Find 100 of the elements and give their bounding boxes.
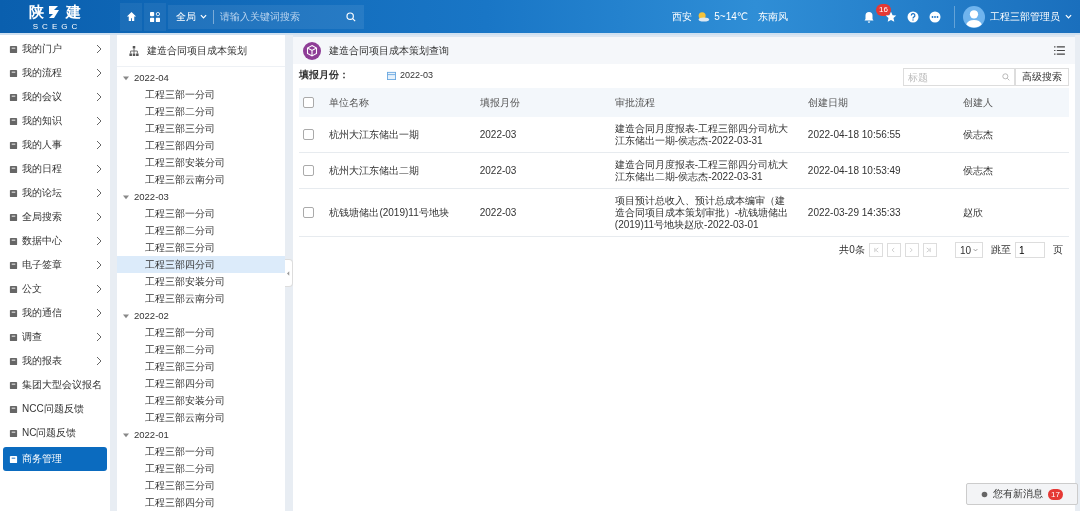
search-field[interactable]: 全局 请输入关键词搜索 — [168, 4, 364, 29]
tree-node[interactable]: 2022-04 — [117, 69, 286, 86]
tree-item[interactable]: 工程三部一分司 — [117, 324, 286, 341]
menu-icon[interactable] — [1054, 46, 1065, 55]
menu-icon — [9, 356, 18, 366]
tree-item[interactable]: 工程三部云南分司 — [117, 409, 286, 426]
help-icon[interactable] — [907, 10, 919, 23]
table-cell-text: 侯志杰 — [963, 128, 995, 141]
sidebar-item[interactable]: NC问题反馈 — [3, 421, 107, 445]
row-checkbox[interactable] — [303, 207, 314, 218]
more-icon[interactable] — [929, 10, 941, 23]
apps-button[interactable] — [144, 2, 166, 31]
tree-item[interactable]: 工程三部二分司 — [117, 341, 286, 358]
tree-item[interactable]: 工程三部四分司 — [117, 494, 286, 511]
tree-item[interactable]: 工程三部二分司 — [117, 103, 286, 120]
menu-icon — [9, 164, 18, 174]
tree-item[interactable]: 工程三部安装分司 — [117, 154, 286, 171]
logo-subtitle: SCEGC — [32, 21, 82, 31]
user-name[interactable]: 工程三部管理员 — [990, 9, 1060, 24]
collapse-handle[interactable] — [285, 259, 293, 287]
menu-icon — [9, 116, 18, 126]
tree-item[interactable]: 工程三部一分司 — [117, 86, 286, 103]
filter-value[interactable]: 2022-03 — [400, 70, 434, 80]
home-button[interactable] — [120, 2, 142, 31]
sidebar-item[interactable]: 我的论坛 — [3, 181, 107, 205]
title-search-field[interactable]: 标题 — [903, 68, 1015, 86]
tree-item[interactable]: 工程三部安装分司 — [117, 273, 286, 290]
tree-node[interactable]: 2022-01 — [117, 426, 286, 443]
tree-item[interactable]: 工程三部四分司 — [117, 256, 286, 273]
star-icon[interactable] — [885, 10, 897, 23]
menu-icon — [9, 404, 18, 414]
row-checkbox[interactable] — [303, 129, 314, 140]
chevron-right-icon — [96, 140, 102, 150]
tree-item[interactable]: 工程三部一分司 — [117, 205, 286, 222]
sidebar-item[interactable]: 我的报表 — [3, 349, 107, 373]
tree-item[interactable]: 工程三部一分司 — [117, 443, 286, 460]
advanced-search-button[interactable]: 高级搜索 — [1015, 68, 1069, 86]
caret-icon[interactable] — [123, 312, 129, 319]
search-icon[interactable] — [346, 11, 356, 22]
tree-item[interactable]: 工程三部云南分司 — [117, 171, 286, 188]
sidebar-item[interactable]: 商务管理 — [3, 447, 107, 471]
sidebar-item[interactable]: 我的门户 — [3, 37, 107, 61]
sidebar-item[interactable]: 我的日程 — [3, 157, 107, 181]
tree-node[interactable]: 2022-02 — [117, 307, 286, 324]
tree-item[interactable]: 工程三部二分司 — [117, 222, 286, 239]
tree-node[interactable]: 2022-03 — [117, 188, 286, 205]
chevron-right-icon — [96, 332, 102, 342]
sidebar-item[interactable]: 我的通信 — [3, 301, 107, 325]
page-input[interactable]: 1 — [1015, 242, 1045, 258]
bell-icon[interactable] — [863, 10, 875, 23]
tree-item[interactable]: 工程三部三分司 — [117, 358, 286, 375]
select-all-checkbox[interactable] — [303, 97, 314, 108]
table-cell-text: 2022-03 — [479, 206, 518, 219]
tree-item[interactable]: 工程三部四分司 — [117, 137, 286, 154]
sidebar-item[interactable]: 全局搜索 — [3, 205, 107, 229]
caret-icon[interactable] — [973, 248, 978, 252]
sidebar-item[interactable]: 集团大型会议报名 — [3, 373, 107, 397]
chevron-right-icon — [96, 308, 102, 318]
table-cell: 项目预计总收入、预计总成本编审（建造合同项目成本策划审批）-杭钱塘储出(2019)11号地块赵欣-2022-03-01 — [614, 194, 789, 231]
sidebar-item[interactable]: 我的人事 — [3, 133, 107, 157]
apps-icon[interactable] — [150, 11, 160, 22]
tree-item[interactable]: 工程三部安装分司 — [117, 392, 286, 409]
menu-icon — [9, 454, 18, 464]
sidebar-item[interactable]: NCC问题反馈 — [3, 397, 107, 421]
sidebar-item[interactable]: 数据中心 — [3, 229, 107, 253]
page-size-dropdown[interactable]: 10 — [954, 242, 983, 258]
caret-icon[interactable] — [123, 74, 129, 81]
avatar-icon[interactable] — [963, 5, 985, 28]
sidebar-item[interactable]: 我的会议 — [3, 85, 107, 109]
tree-item[interactable]: 工程三部四分司 — [117, 375, 286, 392]
tree-item[interactable]: 工程三部二分司 — [117, 460, 286, 477]
column-header: 单位名称 — [329, 96, 370, 108]
scope-dropdown[interactable]: 全局 — [176, 9, 214, 24]
menu-icon — [9, 260, 18, 270]
search-icon[interactable] — [1002, 73, 1010, 81]
caret-icon[interactable] — [123, 431, 129, 438]
menu-icon — [9, 44, 18, 54]
new-message-notice[interactable]: 您有新消息 17 — [966, 483, 1078, 505]
menu-icon — [9, 92, 18, 102]
tree-item[interactable]: 工程三部三分司 — [117, 477, 286, 494]
table-cell-text: 2022-03 — [479, 164, 518, 177]
sidebar-item[interactable]: 公文 — [3, 277, 107, 301]
logo-text: 建 — [66, 2, 81, 22]
home-icon[interactable] — [125, 11, 137, 22]
sidebar-item[interactable]: 我的知识 — [3, 109, 107, 133]
chevron-right-icon — [96, 356, 102, 366]
weather-wind: 东南风 — [758, 9, 788, 24]
tree-item[interactable]: 工程三部云南分司 — [117, 290, 286, 307]
caret-icon[interactable] — [123, 193, 129, 200]
tree-item[interactable]: 工程三部三分司 — [117, 239, 286, 256]
table-cell-text: 2022-04-18 10:53:49 — [807, 164, 902, 177]
sidebar-item[interactable]: 我的流程 — [3, 61, 107, 85]
table-cell-text: 2022-04-18 10:56:55 — [807, 128, 902, 141]
tree-item[interactable]: 工程三部三分司 — [117, 120, 286, 137]
calendar-icon[interactable] — [387, 70, 396, 80]
chevron-right-icon — [96, 44, 102, 54]
sidebar-item[interactable]: 调查 — [3, 325, 107, 349]
row-checkbox[interactable] — [303, 165, 314, 176]
search-input[interactable]: 请输入关键词搜索 — [218, 10, 342, 23]
sidebar-item[interactable]: 电子签章 — [3, 253, 107, 277]
